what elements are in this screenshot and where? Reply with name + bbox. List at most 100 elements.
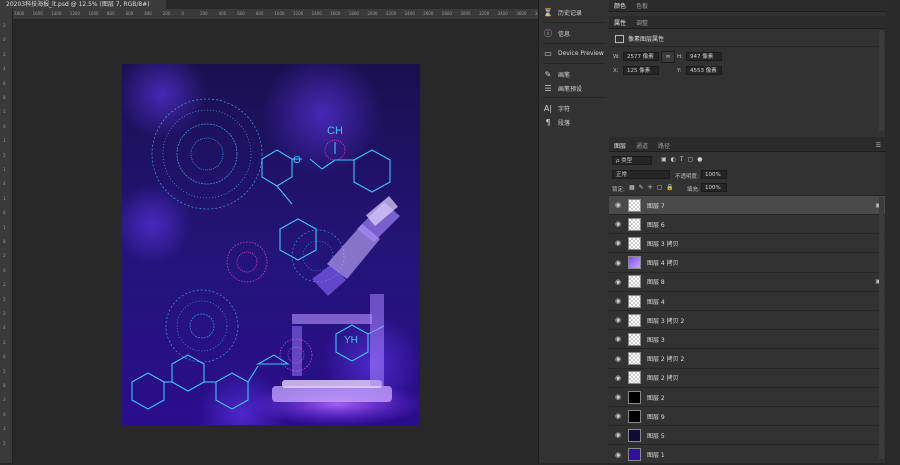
eye-icon[interactable]: ◉ bbox=[611, 355, 625, 363]
eye-icon[interactable]: ◉ bbox=[611, 278, 625, 286]
panel-device-preview[interactable]: ▭ Device Preview bbox=[543, 45, 604, 61]
layer-row[interactable]: ◉ 图层 3 bbox=[609, 330, 885, 350]
layer-row[interactable]: ◉ 图层 5 bbox=[609, 426, 885, 446]
ruler-tick: 2200 bbox=[386, 11, 397, 16]
ruler-tick: 1000 bbox=[88, 11, 99, 16]
collapsed-panel-dock: ⌛ 历史记录 ⓘ 信息 ▭ Device Preview ✎ 画笔 ☰ 画笔预设 A| 字符… bbox=[538, 0, 610, 463]
ruler-tick: 6 bbox=[3, 210, 6, 216]
y-field[interactable]: 4553 像素 bbox=[686, 66, 722, 75]
layer-filter-select[interactable]: ρ 类型 bbox=[612, 156, 652, 165]
layer-row[interactable]: ◉ 图层 2 拷贝 2 bbox=[609, 350, 885, 369]
eye-icon[interactable]: ◉ bbox=[611, 259, 625, 267]
tab-layers[interactable]: 图层 bbox=[609, 141, 631, 150]
eye-icon[interactable]: ◉ bbox=[611, 297, 625, 305]
eye-icon[interactable]: ◉ bbox=[611, 431, 625, 439]
tab-color[interactable]: 颜色 bbox=[609, 1, 631, 10]
filter-icons[interactable]: ▣◐T▢● bbox=[661, 156, 706, 163]
layers-scrollbar[interactable] bbox=[879, 197, 884, 459]
layer-thumbnail bbox=[628, 428, 641, 442]
layer-row[interactable]: ◉ 图层 6 bbox=[609, 215, 885, 235]
ruler-tick: 1800 bbox=[14, 11, 25, 16]
layer-row[interactable]: ◉ 图层 4 拷贝 bbox=[609, 254, 885, 273]
layer-name: 图层 6 bbox=[647, 221, 665, 229]
layer-row[interactable]: ◉ 图层 2 bbox=[609, 388, 885, 407]
x-field[interactable]: 125 像素 bbox=[623, 66, 659, 75]
layer-thumbnail bbox=[628, 256, 641, 270]
eye-icon[interactable]: ◉ bbox=[611, 201, 625, 209]
tab-properties[interactable]: 属性 bbox=[609, 18, 631, 27]
ruler-tick: 2800 bbox=[441, 11, 452, 16]
layer-row[interactable]: ◉ 图层 4 bbox=[609, 292, 885, 311]
layer-row[interactable]: ◉图层 7▣ bbox=[609, 196, 885, 215]
ruler-tick: 8 bbox=[3, 239, 6, 244]
paragraph-icon: ¶ bbox=[545, 117, 551, 127]
layer-thumbnail bbox=[628, 198, 641, 212]
panel-history[interactable]: ⌛ 历史记录 bbox=[543, 4, 582, 20]
layer-row[interactable]: ◉ 图层 2 拷贝 bbox=[609, 369, 885, 388]
layer-thumbnail bbox=[628, 390, 641, 404]
layer-row[interactable]: ◉ 图层 1 bbox=[609, 446, 885, 465]
link-icon[interactable]: ∞ bbox=[661, 51, 675, 63]
properties-panel-body: 像素图层属性 W: 2577 像素 ∞ H: 947 像素 X: 125 像素 … bbox=[609, 29, 885, 137]
ruler-tick: 1600 bbox=[32, 11, 43, 16]
layer-name: 图层 7 bbox=[647, 202, 665, 210]
layer-thumbnail bbox=[628, 352, 641, 366]
pixel-layer-icon bbox=[615, 34, 624, 43]
tab-adjustments[interactable]: 调整 bbox=[631, 18, 653, 27]
ruler-tick: 1600 bbox=[330, 11, 341, 16]
ruler-tick: 2 bbox=[3, 368, 6, 374]
tab-swatches[interactable]: 色板 bbox=[631, 1, 653, 10]
eye-icon[interactable]: ◉ bbox=[611, 335, 625, 343]
layer-row[interactable]: ◉ 图层 3 拷贝 bbox=[609, 234, 885, 254]
ruler-tick: 2 bbox=[3, 152, 6, 158]
fill-label: 填充: bbox=[687, 187, 700, 193]
layer-thumbnail bbox=[628, 313, 641, 327]
right-panel-column: 颜色 色板 属性 调整 像素图层属性 W: 2577 像素 ∞ H: 947 像… bbox=[609, 0, 900, 465]
ruler-tick: 2400 bbox=[404, 11, 415, 16]
ruler-tick: 4 bbox=[3, 325, 6, 331]
ruler-tick: 600 bbox=[125, 11, 134, 16]
properties-scrollbar[interactable] bbox=[879, 31, 884, 131]
eye-icon[interactable]: ◉ bbox=[611, 374, 625, 382]
eye-icon[interactable]: ◉ bbox=[611, 239, 625, 247]
panel-paragraph-label: 段落 bbox=[558, 119, 571, 127]
ruler-tick: 2 bbox=[3, 311, 6, 316]
eye-icon[interactable]: ◉ bbox=[611, 412, 625, 420]
layer-name: 图层 1 bbox=[647, 452, 665, 460]
ruler-tick: 1000 bbox=[274, 11, 285, 16]
history-icon: ⌛ bbox=[543, 7, 553, 17]
tab-channels[interactable]: 通道 bbox=[631, 141, 653, 150]
color-panel-body bbox=[609, 12, 885, 16]
panel-paragraph[interactable]: ¶ 段落 bbox=[543, 114, 570, 130]
layer-row[interactable]: ◉ 图层 9 bbox=[609, 407, 885, 427]
info-icon: ⓘ bbox=[544, 28, 552, 38]
document-tab[interactable]: 20203科技海报_lt.psd @ 12.5% (图层 7, RGB/8#) bbox=[0, 0, 166, 9]
layer-row[interactable]: ◉图层 8▣ bbox=[609, 273, 885, 292]
panel-info[interactable]: ⓘ 信息 bbox=[543, 25, 570, 41]
document-canvas[interactable]: CH O YH bbox=[122, 64, 420, 425]
panel-menu-icon[interactable]: ☰ bbox=[876, 142, 881, 149]
ruler-tick: 1200 bbox=[293, 11, 304, 16]
eye-icon[interactable]: ◉ bbox=[611, 316, 625, 324]
height-field[interactable]: 947 像素 bbox=[686, 52, 722, 61]
eye-icon[interactable]: ◉ bbox=[611, 451, 625, 459]
eye-icon[interactable]: ◉ bbox=[611, 220, 625, 228]
fill-field[interactable]: 100% bbox=[701, 183, 727, 192]
width-field[interactable]: 2577 像素 bbox=[623, 52, 659, 61]
ruler-tick: 2 bbox=[3, 253, 6, 259]
eye-icon[interactable]: ◉ bbox=[611, 393, 625, 401]
layer-row[interactable]: ◉ 图层 3 拷贝 2 bbox=[609, 311, 885, 331]
color-panel-tabs: 颜色 色板 bbox=[609, 0, 885, 12]
opacity-field[interactable]: 100% bbox=[701, 170, 727, 179]
ruler-tick: 6 bbox=[3, 80, 6, 86]
blend-mode-select[interactable]: 正常 bbox=[612, 170, 670, 179]
ruler-tick: 1 bbox=[3, 224, 6, 230]
ruler-tick: 3000 bbox=[460, 11, 471, 16]
ruler-tick: 0 bbox=[3, 37, 6, 43]
panel-brush-presets[interactable]: ☰ 画笔预设 bbox=[543, 80, 582, 96]
lock-icons[interactable]: ▦✎✛▢🔒 bbox=[629, 184, 678, 191]
ruler-tick: 2 bbox=[3, 440, 6, 446]
ruler-horizontal: 1800 1600 1400 1200 1000 800 600 400 200 0 200 400 6… bbox=[12, 9, 545, 20]
tab-paths[interactable]: 路径 bbox=[653, 141, 675, 150]
layer-name: 图层 8 bbox=[647, 279, 665, 287]
